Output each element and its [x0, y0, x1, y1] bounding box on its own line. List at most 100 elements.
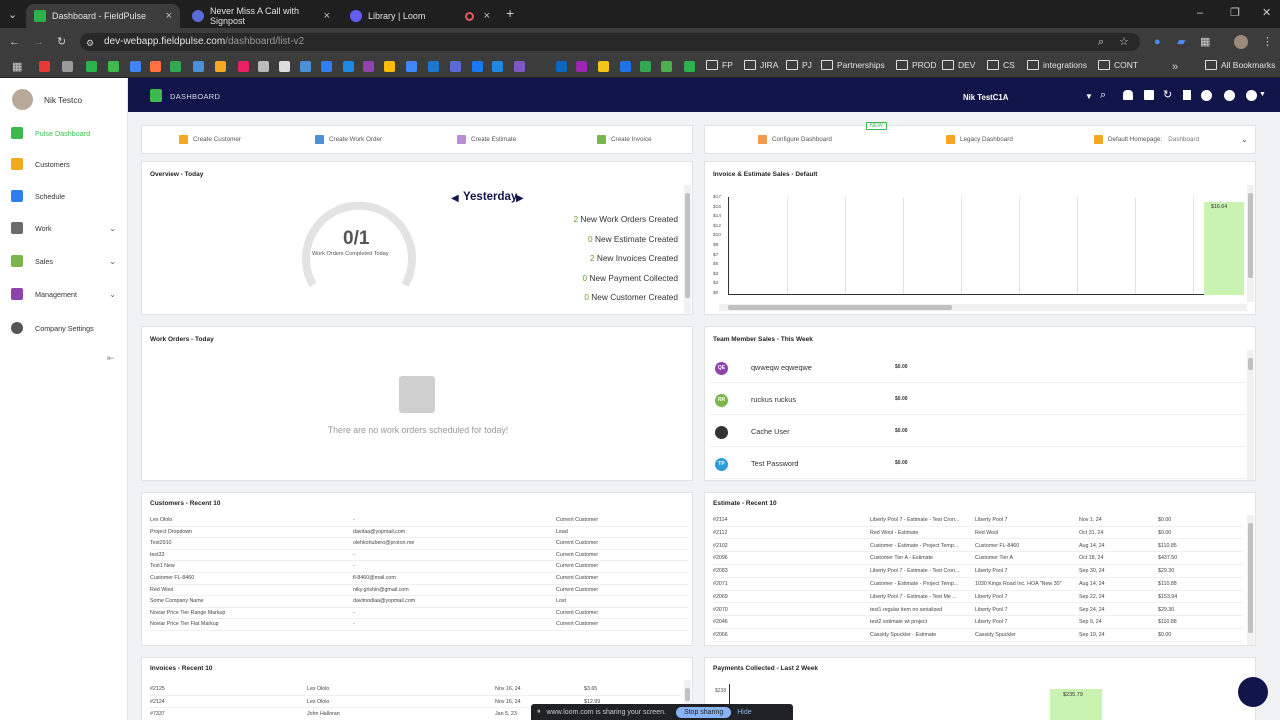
search-icon[interactable]: ⌕	[1100, 89, 1106, 102]
bookmark-icon[interactable]	[193, 61, 204, 72]
scrollbar[interactable]	[1247, 350, 1254, 480]
table-row[interactable]: #2112ACCEPTEDRed Wool - EstimateRed Wool…	[713, 528, 1243, 540]
scrollbar[interactable]	[1247, 185, 1254, 302]
team-member-row[interactable]: Cache User $0.00	[710, 415, 1246, 447]
bookmark-icon[interactable]	[363, 61, 374, 72]
table-row[interactable]: Project Dropdown davitaa@yopmail.com Lead	[150, 527, 688, 539]
table-row[interactable]: Test2910 olehkohubero@proton.me Current Cu…	[150, 538, 688, 550]
drag-handle-icon[interactable]: ⏸	[537, 708, 541, 716]
bookmark-icon[interactable]	[321, 61, 332, 72]
url-field[interactable]: dev-webapp.fieldpulse.com/dashboard/list…	[80, 33, 1140, 51]
table-row[interactable]: #2070DRAFTtest1 regular item no serializ…	[713, 605, 1243, 617]
tab-fieldpulse[interactable]: Dashboard - FieldPulse ×	[26, 4, 180, 28]
bookmark-folder[interactable]: FP	[706, 60, 733, 70]
bookmark-icon[interactable]	[215, 61, 226, 72]
more-bookmarks-icon[interactable]: »	[1172, 61, 1178, 73]
bookmark-icon[interactable]	[576, 61, 587, 72]
site-info-icon[interactable]: ⚙	[86, 37, 94, 49]
sidebar-item-work[interactable]: Work ⌄	[0, 218, 128, 238]
bookmark-folder[interactable]: PROD	[896, 60, 937, 70]
stat-estimates[interactable]: 0 New Estimate Created	[588, 234, 678, 244]
table-row[interactable]: Red Wool niky.grishin@gmail.com Current Cu…	[150, 585, 688, 597]
forward-icon[interactable]: →	[33, 36, 44, 48]
table-row[interactable]: Customer FL-8460 fl-8460@mail.com Current …	[150, 573, 688, 585]
bookmark-folder[interactable]: PJ	[786, 60, 812, 70]
bookmark-icon[interactable]	[279, 61, 290, 72]
company-name[interactable]: Nik TestC1A	[963, 93, 1008, 102]
create-customer-button[interactable]: Create Customer	[179, 135, 241, 144]
stop-sharing-button[interactable]: Stop sharing	[675, 706, 732, 718]
table-row[interactable]: Noviar Price Tier Flat Markup - Current Cu…	[150, 619, 688, 631]
tab-search-icon[interactable]: ⌄	[8, 9, 17, 21]
checklist-icon[interactable]	[1144, 90, 1154, 100]
bookmark-icon[interactable]	[428, 61, 439, 72]
all-bookmarks-folder[interactable]: All Bookmarks	[1205, 60, 1275, 70]
default-homepage-select[interactable]: Default Homepage: Dashboard ⌄	[1094, 135, 1248, 144]
new-tab-icon[interactable]: +	[506, 6, 514, 20]
reload-icon[interactable]: ↻	[57, 36, 66, 48]
profile-avatar[interactable]	[1234, 35, 1248, 49]
bookmark-icon[interactable]	[556, 61, 567, 72]
bookmark-icon[interactable]	[258, 61, 269, 72]
bookmark-icon[interactable]	[86, 61, 97, 72]
stat-invoices[interactable]: 2 New Invoices Created	[590, 253, 678, 263]
team-member-row[interactable]: RR ruckus ruckus $0.00	[710, 383, 1246, 415]
bookmark-icon[interactable]	[661, 61, 672, 72]
table-row[interactable]: Lex Ololo - Current Customer	[150, 515, 688, 527]
company-dropdown-icon[interactable]: ▼	[1085, 92, 1093, 101]
add-icon[interactable]	[1201, 90, 1212, 101]
bookmark-icon[interactable]	[39, 61, 50, 72]
sidebar-item-management[interactable]: Management ⌄	[0, 284, 128, 304]
legacy-dashboard-button[interactable]: Legacy Dashboard	[946, 135, 1013, 144]
table-row[interactable]: test33- Current Customer	[150, 550, 688, 562]
bookmark-icon[interactable]	[406, 61, 417, 72]
bell-icon[interactable]	[1123, 90, 1133, 100]
bookmark-icon[interactable]	[684, 61, 695, 72]
collapse-sidebar-icon[interactable]: ⇤	[107, 353, 115, 364]
stat-customers[interactable]: 0 New Customer Created	[584, 292, 678, 302]
bookmark-icon[interactable]	[620, 61, 631, 72]
maximize-icon[interactable]: ❐	[1230, 7, 1240, 19]
scrollbar[interactable]	[1247, 515, 1254, 645]
avatar[interactable]	[12, 89, 33, 110]
tab-signpost[interactable]: Never Miss A Call with Signpost ×	[184, 4, 338, 28]
chevron-down-icon[interactable]: ▼	[1259, 91, 1266, 98]
bookmark-folder[interactable]: CONT	[1098, 60, 1138, 70]
bookmark-folder[interactable]: CS	[987, 60, 1015, 70]
extension-icon[interactable]: ▰	[1177, 36, 1185, 48]
bookmark-folder[interactable]: DEV	[942, 60, 975, 70]
extension-icon[interactable]: ●	[1154, 36, 1161, 48]
horizontal-scrollbar[interactable]	[719, 304, 1247, 311]
close-tab-icon[interactable]: ×	[324, 10, 330, 22]
back-icon[interactable]: ←	[9, 36, 20, 48]
create-work-order-button[interactable]: Create Work Order	[315, 135, 382, 144]
close-tab-icon[interactable]: ×	[166, 10, 172, 22]
scrollbar[interactable]	[684, 185, 691, 313]
table-row[interactable]: #2046DRAFTtest2 estimate wt projectLiber…	[713, 617, 1243, 629]
bookmark-icon[interactable]	[640, 61, 651, 72]
minimize-icon[interactable]: –	[1197, 7, 1203, 19]
team-member-row[interactable]: TP Test Password $0.00	[710, 447, 1246, 479]
create-estimate-button[interactable]: Create Estimate	[457, 135, 516, 144]
bookmark-icon[interactable]	[108, 61, 119, 72]
fieldpulse-logo[interactable]	[150, 89, 162, 102]
browser-menu-icon[interactable]: ⋮	[1262, 36, 1273, 48]
bookmark-icon[interactable]	[450, 61, 461, 72]
bookmark-icon[interactable]	[384, 61, 395, 72]
sidebar-item-schedule[interactable]: Schedule	[0, 186, 128, 206]
bookmark-icon[interactable]	[492, 61, 503, 72]
bookmark-icon[interactable]	[238, 61, 249, 72]
table-row[interactable]: #2125INVOICELex OloloNov 16, 24$3.65	[150, 684, 680, 696]
bookmark-icon[interactable]	[472, 61, 483, 72]
zoom-icon[interactable]: ⌕	[1098, 36, 1104, 48]
stat-payments[interactable]: 0 New Payment Collected	[583, 273, 678, 283]
table-row[interactable]: #2114DRAFTLiberty Pool 7 - Estimate - Te…	[713, 515, 1243, 527]
table-row[interactable]: Some Company Name davitnodiaa@yopmail.com…	[150, 596, 688, 608]
configure-dashboard-button[interactable]: Configure Dashboard	[758, 135, 832, 144]
hide-button[interactable]: Hide	[737, 709, 751, 716]
bookmark-icon[interactable]	[62, 61, 73, 72]
table-row[interactable]: #2083DRAFTLiberty Pool 7 - Estimate - Te…	[713, 566, 1243, 578]
bookmark-icon[interactable]	[170, 61, 181, 72]
table-row[interactable]: #2071DRAFTCustomer - Estimate - Project …	[713, 579, 1243, 591]
help-icon[interactable]	[1224, 90, 1235, 101]
